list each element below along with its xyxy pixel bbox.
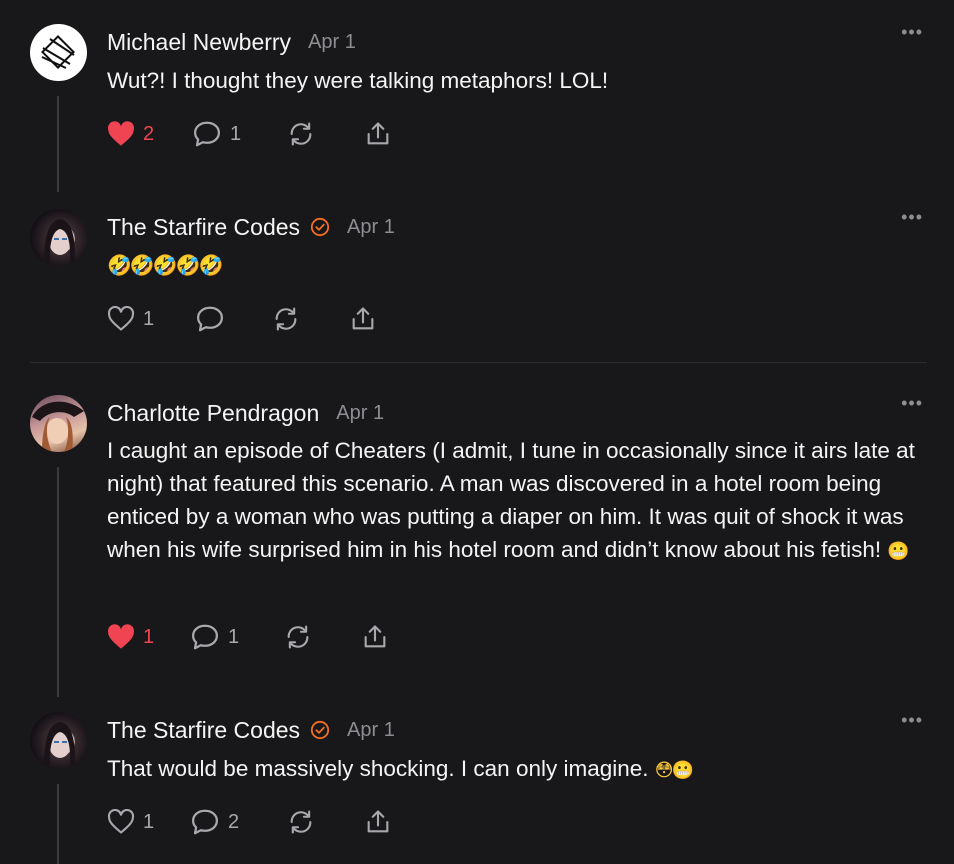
author-name[interactable]: Charlotte Pendragon xyxy=(107,400,319,427)
like-button[interactable]: 1 xyxy=(107,807,154,837)
verified-icon xyxy=(310,217,330,237)
repost-button[interactable] xyxy=(287,119,315,149)
profile-photo-icon xyxy=(44,722,76,769)
repost-icon xyxy=(290,122,312,146)
like-button[interactable]: 2 xyxy=(107,119,154,149)
comment-icon xyxy=(197,306,223,332)
verified-icon xyxy=(310,720,330,740)
post-date[interactable]: Apr 1 xyxy=(347,216,395,239)
share-icon xyxy=(352,307,374,330)
author-name[interactable]: The Starfire Codes xyxy=(107,717,300,744)
share-icon xyxy=(367,810,389,833)
comment-icon xyxy=(194,121,220,147)
comment-button[interactable]: 2 xyxy=(190,807,239,837)
like-count: 2 xyxy=(143,122,155,145)
post-header: The Starfire Codes Apr 1 xyxy=(107,212,395,242)
comment-button[interactable]: 1 xyxy=(190,622,239,652)
repost-icon xyxy=(287,625,309,649)
more-icon[interactable]: ••• xyxy=(901,22,923,43)
like-count: 1 xyxy=(143,625,155,648)
post-text: I caught an episode of Cheaters (I admit… xyxy=(107,434,937,568)
post-header: The Starfire Codes Apr 1 xyxy=(107,715,395,745)
post-text: That would be massively shocking. I can … xyxy=(107,752,937,787)
heart-icon xyxy=(108,624,134,649)
heart-icon xyxy=(107,809,135,834)
more-icon[interactable]: ••• xyxy=(901,710,923,731)
like-count: 1 xyxy=(143,307,155,330)
share-button[interactable] xyxy=(349,304,377,334)
thread-divider xyxy=(30,362,927,363)
avatar[interactable] xyxy=(30,24,87,81)
comment-button[interactable]: 1 xyxy=(192,119,241,149)
repost-button[interactable] xyxy=(272,304,300,334)
post-emoji: 😳😬 xyxy=(654,760,694,781)
avatar[interactable] xyxy=(30,395,87,452)
post-date[interactable]: Apr 1 xyxy=(347,719,395,742)
comment-count: 2 xyxy=(228,810,240,833)
post-header: Michael Newberry Apr 1 xyxy=(107,27,356,57)
abstract-logo-icon xyxy=(41,35,75,69)
author-name[interactable]: Michael Newberry xyxy=(107,29,291,56)
thread-line xyxy=(57,784,59,864)
post-text-content: I caught an episode of Cheaters (I admit… xyxy=(107,438,915,562)
like-button[interactable]: 1 xyxy=(107,622,154,652)
share-icon xyxy=(364,625,386,648)
heart-icon xyxy=(107,306,135,331)
comment-icon xyxy=(192,624,218,650)
share-button[interactable] xyxy=(364,807,392,837)
comment-button[interactable] xyxy=(195,304,225,334)
more-icon[interactable]: ••• xyxy=(901,207,923,228)
comment-count: 1 xyxy=(230,122,242,145)
repost-icon xyxy=(290,810,312,834)
thread-line xyxy=(57,96,59,192)
profile-photo-icon xyxy=(44,219,76,266)
repost-button[interactable] xyxy=(284,622,312,652)
comment-icon xyxy=(192,809,218,835)
post-date[interactable]: Apr 1 xyxy=(308,31,356,54)
thread-line xyxy=(57,467,59,697)
post-text: 🤣🤣🤣🤣🤣 xyxy=(107,253,224,277)
comment-count: 1 xyxy=(228,625,240,648)
more-icon[interactable]: ••• xyxy=(901,393,923,414)
post-header: Charlotte Pendragon Apr 1 xyxy=(107,398,384,428)
avatar[interactable] xyxy=(30,712,87,769)
share-button[interactable] xyxy=(361,622,389,652)
share-icon xyxy=(367,122,389,145)
post-emoji: 😬 xyxy=(887,541,909,562)
repost-icon xyxy=(275,307,297,331)
post-date[interactable]: Apr 1 xyxy=(336,402,384,425)
avatar[interactable] xyxy=(30,209,87,266)
heart-icon xyxy=(108,121,134,146)
profile-photo-icon xyxy=(32,401,84,452)
like-count: 1 xyxy=(143,810,155,833)
repost-button[interactable] xyxy=(287,807,315,837)
like-button[interactable]: 1 xyxy=(107,304,154,334)
author-name[interactable]: The Starfire Codes xyxy=(107,214,300,241)
post-text-content: That would be massively shocking. I can … xyxy=(107,756,649,781)
post-text: Wut?! I thought they were talking metaph… xyxy=(107,68,609,93)
share-button[interactable] xyxy=(364,119,392,149)
